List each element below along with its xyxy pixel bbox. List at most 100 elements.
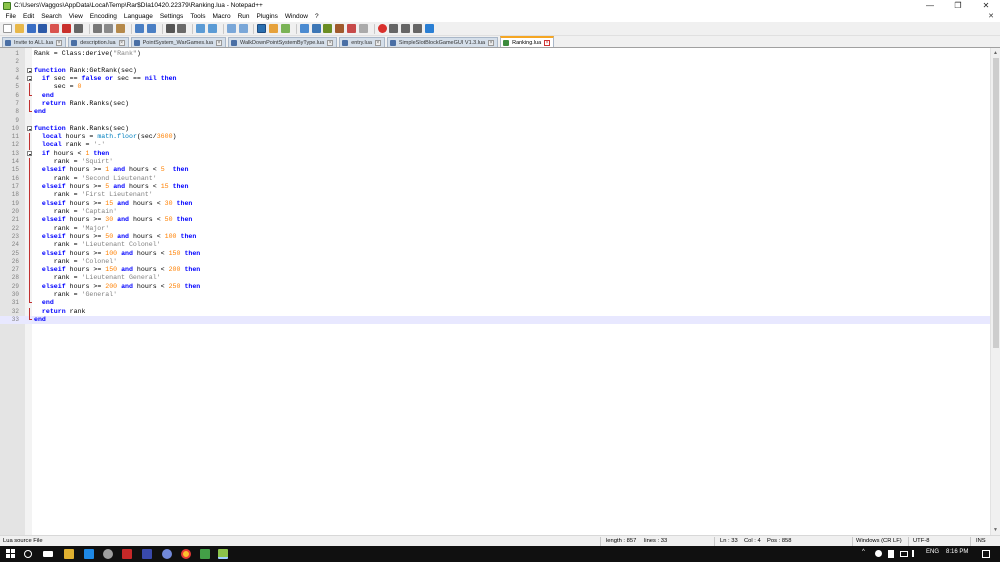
volume-icon[interactable]	[912, 550, 919, 557]
tab-pointsystem-wargames[interactable]: PointSystem_WarGames.lua ×	[130, 37, 227, 47]
tab-ranking[interactable]: Ranking.lua ×	[500, 36, 555, 47]
redo-icon[interactable]	[146, 24, 156, 33]
function-list-icon[interactable]	[323, 24, 333, 33]
run-multiple-icon[interactable]	[412, 24, 422, 33]
copy-icon[interactable]	[104, 24, 114, 33]
monitoring-icon[interactable]	[346, 24, 356, 33]
menu-edit[interactable]: Edit	[19, 13, 37, 20]
code-line[interactable]: 9	[0, 117, 990, 125]
code-line[interactable]: 7 return Rank.Ranks(sec)	[0, 99, 990, 109]
print-icon[interactable]	[73, 24, 83, 33]
tab-description[interactable]: description.lua ×	[68, 37, 129, 47]
find-icon[interactable]	[165, 24, 175, 33]
save-macro-icon[interactable]	[424, 24, 434, 33]
notepadpp-taskbar-icon[interactable]	[218, 549, 228, 559]
code-line[interactable]: 14 rank = 'Squirt'	[0, 158, 990, 167]
code-line[interactable]: 12 local rank = '-'	[0, 141, 990, 150]
folder-workspace-icon[interactable]	[335, 24, 345, 33]
menu-view[interactable]: View	[65, 13, 86, 20]
menu-window[interactable]: Window	[281, 13, 311, 20]
menu-settings[interactable]: Settings	[156, 13, 187, 20]
word-wrap-icon[interactable]	[257, 24, 267, 33]
tab-close-icon[interactable]: ×	[56, 39, 63, 46]
document-map-icon[interactable]	[311, 24, 321, 33]
tab-entry[interactable]: entry.lua ×	[339, 37, 385, 47]
code-line[interactable]: 33 end	[0, 316, 990, 325]
record-macro-icon[interactable]	[377, 24, 387, 33]
scroll-down-icon[interactable]: ▼	[993, 527, 998, 533]
code-line[interactable]: 19 elseif hours >= 15 and hours < 30 the…	[0, 199, 990, 208]
fold-toggle-icon[interactable]	[27, 76, 32, 82]
fold-toggle-icon[interactable]	[27, 151, 32, 157]
code-line[interactable]: 1 Rank = Class:derive("Rank")	[0, 50, 990, 58]
save-all-icon[interactable]	[38, 24, 48, 33]
windows-start-icon[interactable]	[6, 549, 16, 559]
menu-tools[interactable]: Tools	[187, 13, 209, 20]
restore-button[interactable]: ❐	[944, 0, 972, 11]
new-file-icon[interactable]	[3, 24, 12, 33]
code-line[interactable]: 11 local hours = math.floor(sec/3600)	[0, 133, 990, 142]
code-line[interactable]: 28 rank = 'Lieutenant General'	[0, 274, 990, 283]
code-line[interactable]: 6 end	[0, 91, 990, 100]
zoom-out-icon[interactable]	[207, 24, 217, 33]
paste-icon[interactable]	[116, 24, 126, 33]
menu-plugins[interactable]: Plugins	[253, 13, 281, 20]
app-icon-blue[interactable]	[142, 549, 152, 559]
close-all-icon[interactable]	[61, 24, 71, 33]
undo-icon[interactable]	[134, 24, 144, 33]
code-line[interactable]: 8 end	[0, 108, 990, 116]
code-line[interactable]: 22 rank = 'Major'	[0, 224, 990, 233]
menu-run[interactable]: Run	[234, 13, 253, 20]
code-line[interactable]: 13 if hours < 1 then	[0, 150, 990, 158]
menu-encoding[interactable]: Encoding	[86, 13, 120, 20]
steam-icon[interactable]	[103, 549, 113, 559]
code-line[interactable]: 18 rank = 'First Lieutenant'	[0, 191, 990, 200]
close-file-icon[interactable]	[50, 24, 60, 33]
language-indicator[interactable]: ENG	[926, 549, 939, 555]
code-editor[interactable]: 1 Rank = Class:derive("Rank") 2 3 function R…	[0, 48, 1000, 535]
show-all-characters-icon[interactable]	[269, 24, 279, 33]
code-line[interactable]: 20 rank = 'Captain'	[0, 207, 990, 217]
code-line[interactable]: 24 rank = 'Lieutenant Colonel'	[0, 241, 990, 250]
sync-vertical-icon[interactable]	[226, 24, 236, 33]
menu-file[interactable]: File	[2, 13, 19, 20]
code-line[interactable]: 2	[0, 58, 990, 66]
close-document-icon[interactable]: ✕	[988, 12, 994, 20]
sync-horizontal-icon[interactable]	[238, 24, 248, 33]
replace-icon[interactable]	[177, 24, 187, 33]
code-line[interactable]: 16 rank = 'Second Lieutenant'	[0, 174, 990, 183]
app-icon-red[interactable]	[122, 549, 132, 559]
network-icon[interactable]	[900, 551, 908, 557]
clock[interactable]: 8:16 PM	[946, 549, 968, 555]
menu-language[interactable]: Language	[120, 13, 156, 20]
zoom-in-icon[interactable]	[196, 24, 206, 33]
save-icon[interactable]	[26, 24, 36, 33]
discord-icon[interactable]	[162, 549, 172, 559]
close-button[interactable]: ✕	[972, 0, 1000, 11]
notifications-icon[interactable]	[982, 550, 990, 558]
code-line[interactable]: 25 elseif hours >= 100 and hours < 150 t…	[0, 249, 990, 258]
fold-toggle-icon[interactable]	[27, 126, 32, 132]
mail-icon[interactable]	[84, 549, 94, 559]
scrollbar-thumb[interactable]	[993, 58, 999, 348]
menu-help[interactable]: ?	[311, 13, 322, 20]
file-explorer-icon[interactable]	[64, 549, 74, 559]
code-line[interactable]: 15 elseif hours >= 1 and hours < 5 then	[0, 166, 990, 175]
menu-macro[interactable]: Macro	[209, 13, 234, 20]
code-line[interactable]: 5 sec = 0	[0, 83, 990, 92]
people-icon[interactable]	[875, 550, 882, 557]
indent-guide-icon[interactable]	[280, 24, 290, 33]
battery-icon[interactable]	[888, 550, 894, 558]
user-language-icon[interactable]	[299, 24, 309, 33]
stop-recording-icon[interactable]	[389, 24, 399, 33]
code-line[interactable]: 3 function Rank:GetRank(sec)	[0, 67, 990, 75]
code-line[interactable]: 17 elseif hours >= 5 and hours < 15 then	[0, 183, 990, 192]
tab-close-icon[interactable]: ×	[488, 39, 495, 46]
code-line[interactable]: 4 if sec == false or sec == nil then	[0, 75, 990, 83]
scroll-up-icon[interactable]: ▲	[993, 50, 998, 56]
task-view-icon[interactable]	[43, 551, 53, 557]
code-line[interactable]: 30 rank = 'General'	[0, 291, 990, 300]
tab-close-icon[interactable]: ×	[544, 39, 551, 46]
code-line[interactable]: 32 return rank	[0, 307, 990, 316]
code-line[interactable]: 10 function Rank.Ranks(sec)	[0, 125, 990, 133]
